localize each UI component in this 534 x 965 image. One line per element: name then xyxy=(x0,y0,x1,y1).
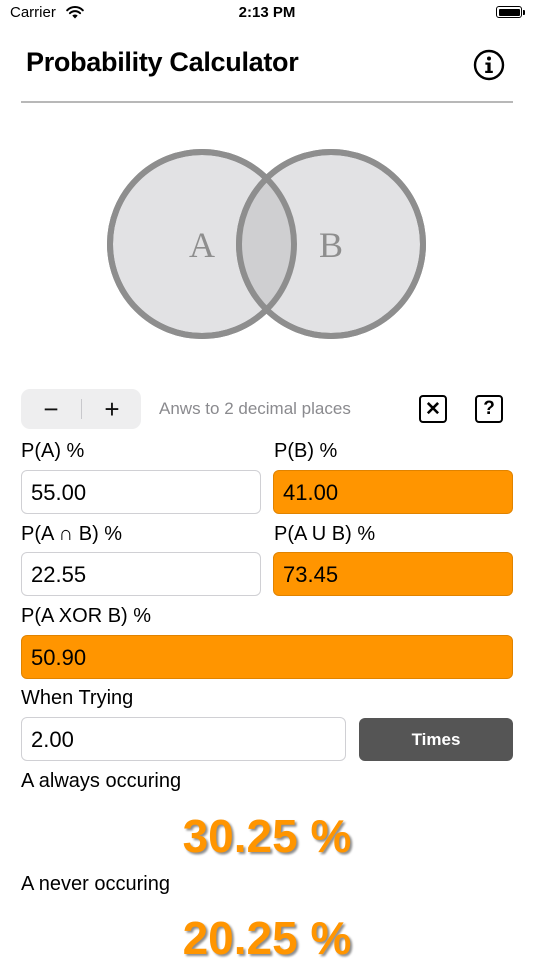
times-button[interactable]: Times xyxy=(359,718,513,761)
venn-diagram: A B xyxy=(107,149,426,339)
trying-input[interactable]: 2.00 xyxy=(21,717,346,761)
pa-and-b-label: P(A ∩ B) % xyxy=(21,523,123,545)
nav-divider xyxy=(21,101,513,103)
when-trying-label: When Trying xyxy=(21,687,134,709)
pa-or-b-label: P(A U B) % xyxy=(274,523,376,545)
pb-input[interactable]: 41.00 xyxy=(273,470,513,514)
battery-nub xyxy=(523,10,525,15)
venn-label-b: B xyxy=(319,225,343,265)
pa-xor-b-label: P(A XOR B) % xyxy=(21,605,152,627)
pa-label: P(A) % xyxy=(21,440,85,462)
always-occurring-label: A always occuring xyxy=(21,770,182,792)
pa-and-b-input[interactable]: 22.55 xyxy=(21,552,261,596)
pa-xor-b-input[interactable]: 50.90 xyxy=(21,635,513,679)
status-time: 2:13 PM xyxy=(238,4,296,21)
venn-label-a: A xyxy=(189,225,215,265)
never-occurring-label: A never occuring xyxy=(21,873,170,895)
question-square-icon[interactable]: ? xyxy=(475,395,503,423)
never-occurring-value: 20.25 % xyxy=(182,912,352,964)
increment-button[interactable]: + xyxy=(82,389,142,429)
info-circle-icon[interactable] xyxy=(473,49,505,81)
page-title: Probability Calculator xyxy=(26,47,299,77)
pb-label: P(B) % xyxy=(274,440,338,462)
decrement-button[interactable]: − xyxy=(21,389,81,429)
decimal-places-label: Anws to 2 decimal places xyxy=(159,399,351,418)
pa-input[interactable]: 55.00 xyxy=(21,470,261,514)
battery-icon xyxy=(496,6,522,18)
decimal-stepper: − + xyxy=(21,389,141,429)
x-square-icon[interactable]: ✕ xyxy=(419,395,447,423)
always-occurring-value: 30.25 % xyxy=(182,810,352,862)
pa-or-b-input[interactable]: 73.45 xyxy=(273,552,513,596)
